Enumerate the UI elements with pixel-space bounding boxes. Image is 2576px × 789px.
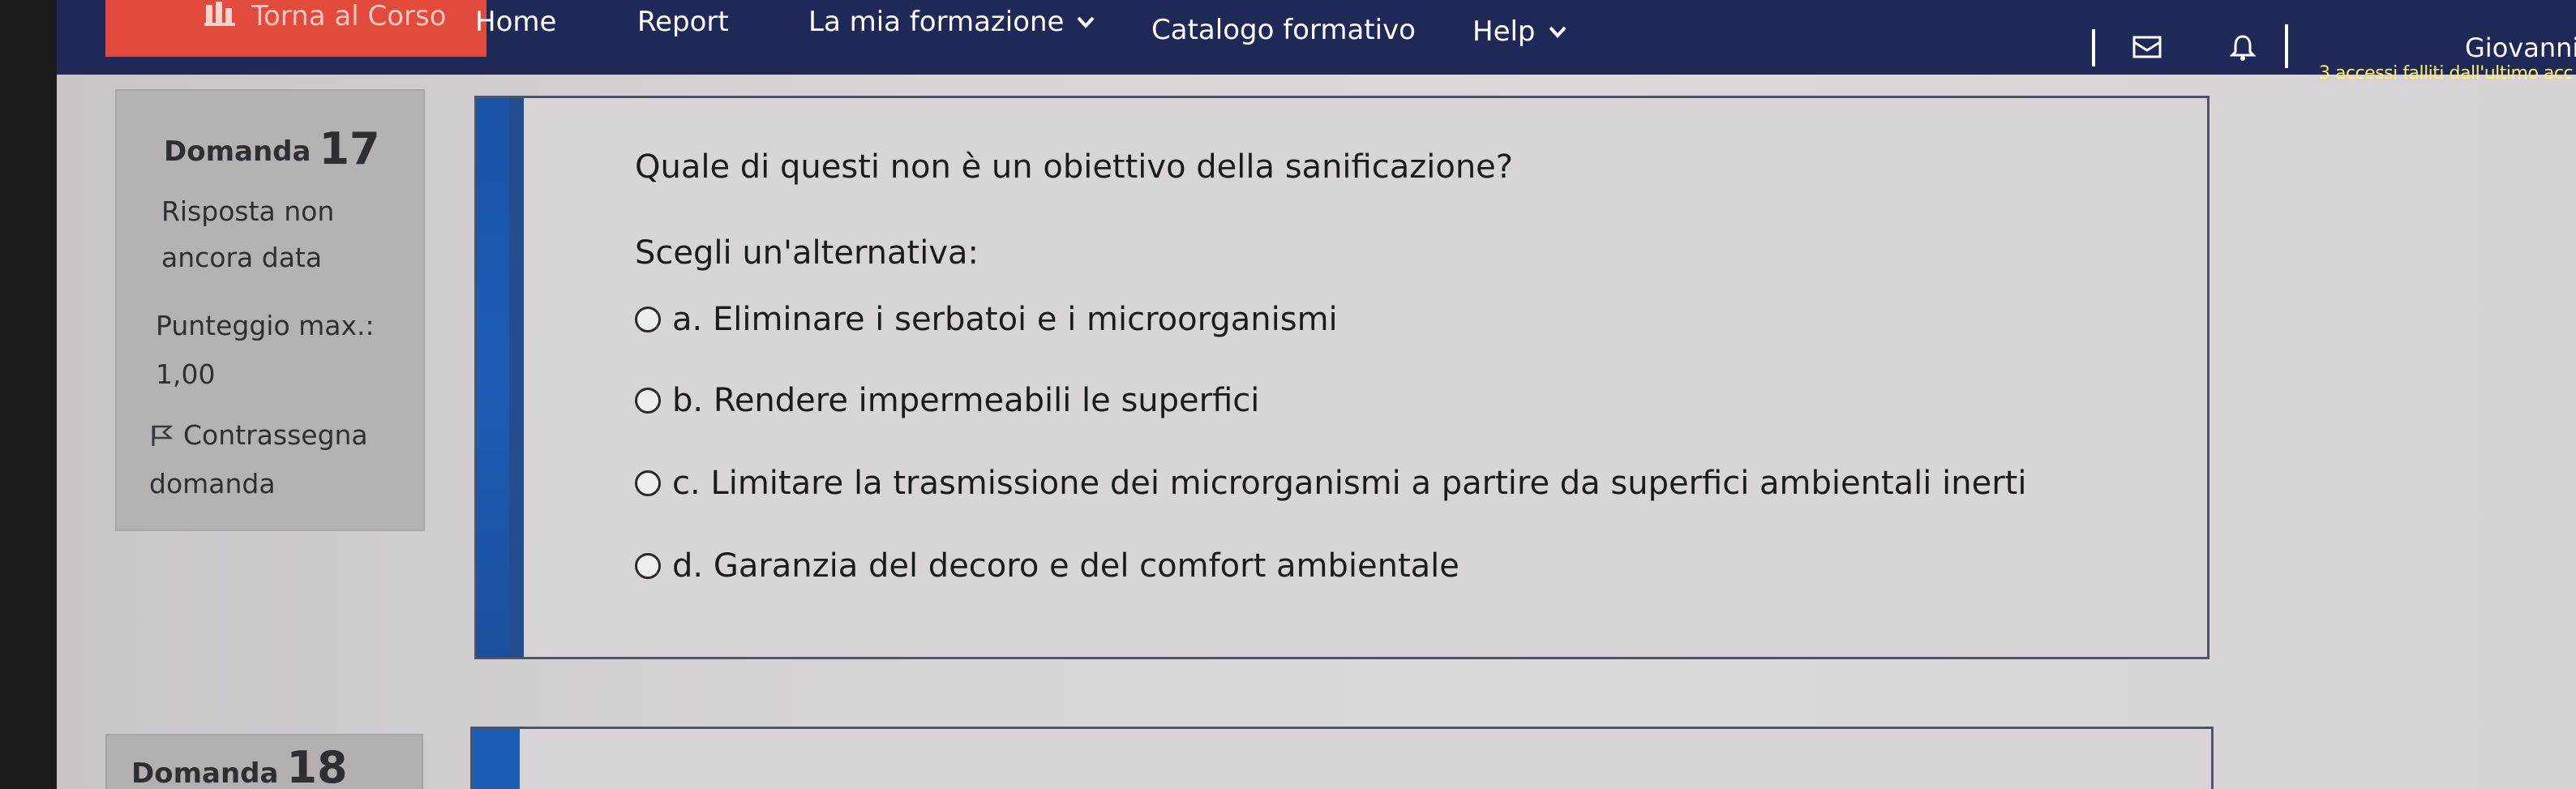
user-name[interactable]: Giovanni — [2465, 32, 2576, 63]
bell-icon[interactable] — [2230, 34, 2256, 62]
answer-prompt: Scegli un'alternativa: — [635, 234, 979, 272]
answer-label: b. Rendere impermeabili le superfici — [672, 382, 1260, 419]
radio-button[interactable] — [635, 388, 661, 414]
radio-button[interactable] — [635, 553, 661, 579]
answer-option-a[interactable]: a. Eliminare i serbatoi e i microorganis… — [635, 301, 1338, 338]
question-number-value: 17 — [319, 123, 380, 174]
chevron-down-icon — [1549, 26, 1567, 38]
back-to-course-button[interactable]: Torna al Corso — [105, 0, 486, 57]
question-label: Domanda — [164, 135, 311, 168]
question-state-line2: ancora data — [161, 242, 323, 273]
nav-my-training-label: La mia formazione — [808, 6, 1065, 38]
screen: Torna al Corso Home Report La mia formaz… — [57, 0, 2576, 789]
answer-option-c[interactable]: c. Limitare la trasmissione dei microrga… — [635, 465, 2026, 502]
flag-question-link[interactable]: Contrassegna domanda — [149, 411, 409, 508]
chevron-down-icon — [1077, 16, 1095, 28]
top-navbar: Torna al Corso Home Report La mia formaz… — [57, 0, 2576, 84]
nav-report-label: Report — [637, 6, 729, 38]
question-state-line1: Risposta non — [161, 195, 335, 227]
radio-button[interactable] — [635, 307, 661, 332]
mail-icon[interactable] — [2132, 36, 2162, 58]
question-grade: Punteggio max.: 1,00 — [156, 302, 399, 399]
answer-label: d. Garanzia del decoro e del comfort amb… — [672, 547, 1459, 585]
question-text: Quale di questi non è un obiettivo della… — [635, 148, 1514, 186]
nav-help[interactable]: Help — [1472, 11, 1568, 52]
next-question-accent-bar — [473, 729, 520, 789]
next-question-number-value: 18 — [286, 742, 348, 789]
nav-my-training[interactable]: La mia formazione — [808, 2, 1096, 42]
answer-option-d[interactable]: d. Garanzia del decoro e del comfort amb… — [635, 547, 1459, 585]
flag-icon — [152, 425, 174, 446]
question-content: Quale di questi non è un obiettivo della… — [474, 96, 2210, 659]
radio-button[interactable] — [635, 470, 661, 496]
nav-help-label: Help — [1472, 15, 1536, 48]
nav-divider — [2092, 29, 2095, 66]
nav-home[interactable]: Home — [475, 2, 556, 42]
grade-value: 1,00 — [156, 358, 216, 390]
answer-option-b[interactable]: b. Rendere impermeabili le superfici — [635, 382, 1259, 419]
nav-catalog[interactable]: Catalogo formativo — [1151, 10, 1416, 50]
nav-report[interactable]: Report — [637, 2, 729, 42]
answer-label: c. Limitare la trasmissione dei microrga… — [672, 465, 2027, 502]
question-state: Risposta non ancora data — [161, 188, 405, 281]
nav-catalog-label: Catalogo formativo — [1151, 14, 1416, 46]
question-accent-bar — [477, 98, 524, 657]
next-question-content — [470, 727, 2214, 789]
answer-label: a. Eliminare i serbatoi e i microorganis… — [672, 301, 1338, 338]
nav-home-label: Home — [475, 6, 557, 38]
next-question-number: Domanda 18 — [131, 742, 348, 789]
failed-logins-notice: 3 accessi falliti dall'ultimo acc — [2319, 63, 2574, 84]
nav-divider — [2285, 24, 2288, 68]
course-icon — [204, 2, 235, 26]
back-to-course-label: Torna al Corso — [251, 0, 447, 32]
question-number: Domanda 17 — [164, 123, 380, 174]
flag-question-line2: domanda — [149, 468, 276, 500]
question-info-panel: Domanda 17 Risposta non ancora data Punte… — [115, 89, 425, 531]
next-question-info-panel: Domanda 18 — [105, 734, 423, 789]
grade-label: Punteggio max.: — [156, 310, 375, 341]
flag-question-line1: Contrassegna — [183, 419, 368, 451]
next-question-label: Domanda — [131, 757, 279, 789]
